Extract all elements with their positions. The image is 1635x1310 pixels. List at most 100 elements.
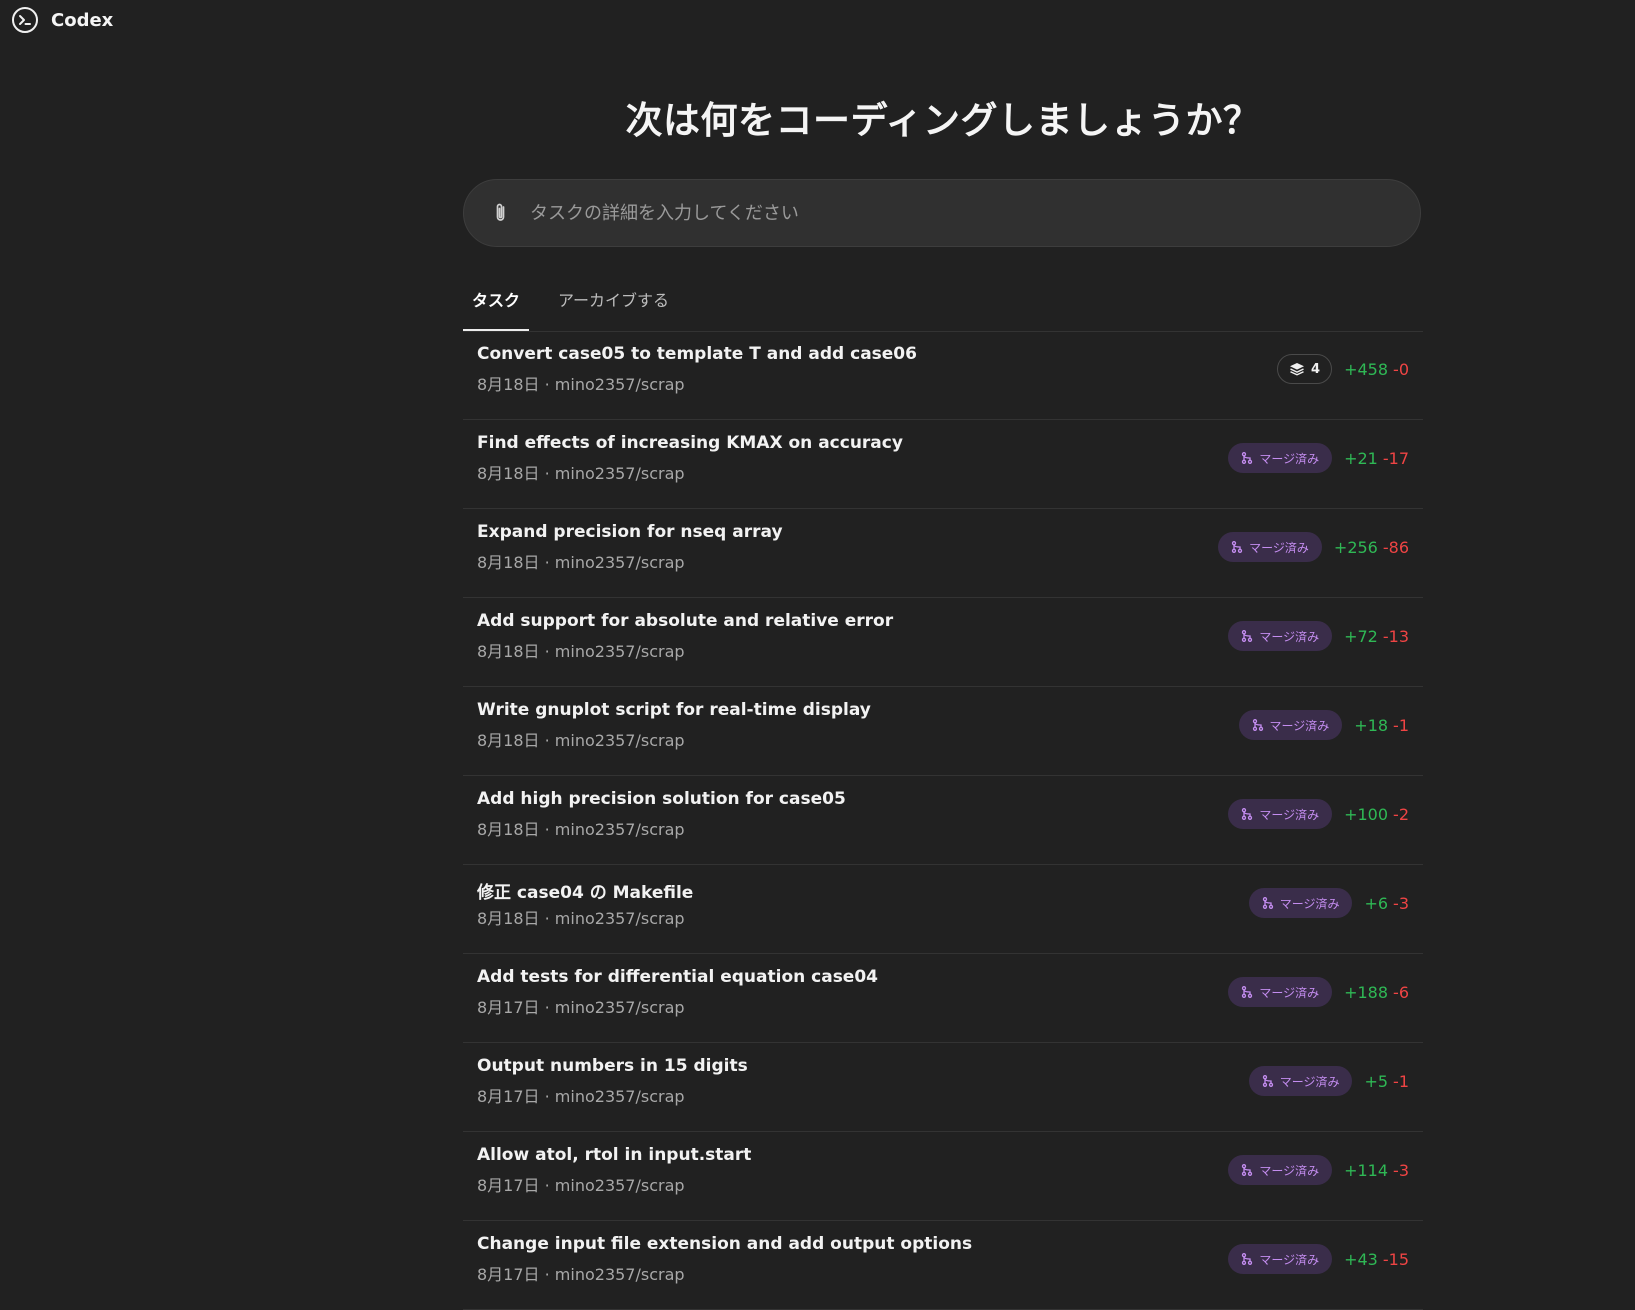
- merged-badge: マージ済み: [1248, 1066, 1353, 1096]
- diff-stats: +6 -3: [1364, 894, 1409, 913]
- task-status: マージ済み +256 -86: [1218, 531, 1409, 563]
- task-row[interactable]: Add support for absolute and relative er…: [463, 598, 1423, 687]
- additions-count: +6: [1364, 893, 1389, 913]
- task-status: マージ済み +114 -3: [1228, 1154, 1409, 1186]
- task-meta: 8月18日 · mino2357/scrap: [477, 820, 685, 839]
- versions-count: 4: [1311, 361, 1321, 377]
- task-meta: 8月17日 · mino2357/scrap: [477, 1265, 685, 1284]
- deletions-count: -15: [1382, 1249, 1409, 1269]
- page-headline: 次は何をコーディングしましょうか？: [625, 99, 1261, 142]
- tab-tasks[interactable]: タスク: [463, 283, 530, 331]
- merge-icon: [1241, 1164, 1253, 1176]
- task-title: Output numbers in 15 digits: [477, 1056, 748, 1076]
- diff-stats: +5 -1: [1364, 1072, 1409, 1091]
- additions-count: +5: [1364, 1071, 1389, 1091]
- task-row[interactable]: Add tests for differential equation case…: [463, 954, 1423, 1043]
- layers-icon: [1289, 362, 1305, 376]
- task-title: Change input file extension and add outp…: [477, 1234, 973, 1254]
- deletions-count: -13: [1382, 626, 1409, 646]
- deletions-count: -2: [1393, 804, 1409, 824]
- merged-label: マージ済み: [1259, 807, 1320, 822]
- task-row[interactable]: Expand precision for nseq array 8月18日 · …: [463, 509, 1423, 598]
- merged-badge: マージ済み: [1228, 443, 1333, 473]
- task-row[interactable]: Change input file extension and add outp…: [463, 1221, 1423, 1310]
- task-row[interactable]: Output numbers in 15 digits 8月17日 · mino…: [463, 1043, 1423, 1132]
- task-title: Expand precision for nseq array: [477, 522, 783, 542]
- merge-icon: [1252, 719, 1264, 731]
- diff-stats: +72 -13: [1344, 627, 1409, 646]
- task-row[interactable]: Allow atol, rtol in input.start 8月17日 · …: [463, 1132, 1423, 1221]
- diff-stats: +100 -2: [1344, 805, 1409, 824]
- merged-badge: マージ済み: [1238, 710, 1343, 740]
- additions-count: +114: [1344, 1160, 1389, 1180]
- merged-badge: マージ済み: [1228, 1244, 1333, 1274]
- merged-label: マージ済み: [1279, 896, 1340, 911]
- additions-count: +188: [1344, 982, 1389, 1002]
- task-row[interactable]: Add high precision solution for case05 8…: [463, 776, 1423, 865]
- additions-count: +72: [1344, 626, 1378, 646]
- task-description-input[interactable]: [528, 201, 1396, 225]
- tab-archive[interactable]: アーカイブする: [549, 283, 678, 331]
- task-status: マージ済み +21 -17: [1228, 442, 1409, 474]
- top-bar: Codex: [11, 6, 113, 34]
- merged-badge: マージ済み: [1228, 977, 1333, 1007]
- paperclip-icon: [496, 203, 505, 221]
- task-meta: 8月18日 · mino2357/scrap: [477, 909, 685, 928]
- merged-badge: マージ済み: [1228, 621, 1333, 651]
- merged-badge: マージ済み: [1218, 532, 1322, 562]
- task-status: マージ済み +43 -15: [1228, 1243, 1409, 1275]
- deletions-count: -17: [1382, 448, 1409, 468]
- deletions-count: -3: [1393, 893, 1409, 913]
- merged-badge: マージ済み: [1228, 1155, 1333, 1185]
- additions-count: +18: [1354, 715, 1389, 735]
- additions-count: +43: [1344, 1249, 1378, 1269]
- diff-stats: +43 -15: [1344, 1250, 1409, 1269]
- task-title: Add tests for differential equation case…: [477, 967, 878, 987]
- task-row[interactable]: Convert case05 to template T and add cas…: [463, 331, 1423, 420]
- merge-icon: [1241, 986, 1253, 998]
- task-title: Convert case05 to template T and add cas…: [477, 344, 917, 364]
- app-title: Codex: [51, 9, 114, 31]
- task-list: Convert case05 to template T and add cas…: [463, 331, 1423, 1310]
- task-title: Write gnuplot script for real-time displ…: [477, 700, 871, 720]
- task-tabs: タスク アーカイブする: [463, 283, 1423, 332]
- merge-icon: [1231, 541, 1243, 553]
- deletions-count: -6: [1393, 982, 1409, 1002]
- task-status: マージ済み +18 -1: [1238, 709, 1409, 741]
- task-row[interactable]: Find effects of increasing KMAX on accur…: [463, 420, 1423, 509]
- task-row[interactable]: Write gnuplot script for real-time displ…: [463, 687, 1423, 776]
- task-status: マージ済み +100 -2: [1228, 798, 1409, 830]
- diff-stats: +458 -0: [1344, 360, 1409, 379]
- task-meta: 8月18日 · mino2357/scrap: [477, 642, 685, 661]
- deletions-count: -86: [1382, 537, 1409, 557]
- diff-stats: +256 -86: [1334, 538, 1409, 557]
- diff-stats: +114 -3: [1344, 1161, 1409, 1180]
- task-row[interactable]: 修正 case04 の Makefile 8月18日 · mino2357/sc…: [463, 865, 1423, 954]
- versions-badge[interactable]: 4: [1277, 354, 1333, 384]
- merged-label: マージ済み: [1269, 718, 1330, 733]
- attach-button[interactable]: [488, 200, 514, 226]
- additions-count: +458: [1344, 359, 1389, 379]
- task-title: Add high precision solution for case05: [477, 789, 846, 809]
- merged-label: マージ済み: [1259, 451, 1320, 466]
- task-title: Add support for absolute and relative er…: [477, 611, 894, 631]
- codex-logo-icon[interactable]: [11, 6, 39, 34]
- merge-icon: [1241, 808, 1253, 820]
- deletions-count: -1: [1393, 715, 1409, 735]
- deletions-count: -1: [1393, 1071, 1409, 1091]
- merged-badge: マージ済み: [1248, 888, 1353, 918]
- merge-icon: [1241, 630, 1253, 642]
- merged-label: マージ済み: [1279, 1074, 1340, 1089]
- merge-icon: [1262, 1075, 1274, 1087]
- task-meta: 8月18日 · mino2357/scrap: [477, 375, 685, 394]
- task-title: 修正 case04 の Makefile: [477, 883, 694, 903]
- task-composer: [463, 179, 1421, 247]
- deletions-count: -3: [1393, 1160, 1409, 1180]
- task-meta: 8月17日 · mino2357/scrap: [477, 998, 685, 1017]
- merge-icon: [1262, 897, 1274, 909]
- diff-stats: +21 -17: [1344, 449, 1409, 468]
- task-title: Find effects of increasing KMAX on accur…: [477, 433, 903, 453]
- merged-label: マージ済み: [1249, 540, 1309, 555]
- merged-label: マージ済み: [1259, 629, 1320, 644]
- task-meta: 8月17日 · mino2357/scrap: [477, 1087, 685, 1106]
